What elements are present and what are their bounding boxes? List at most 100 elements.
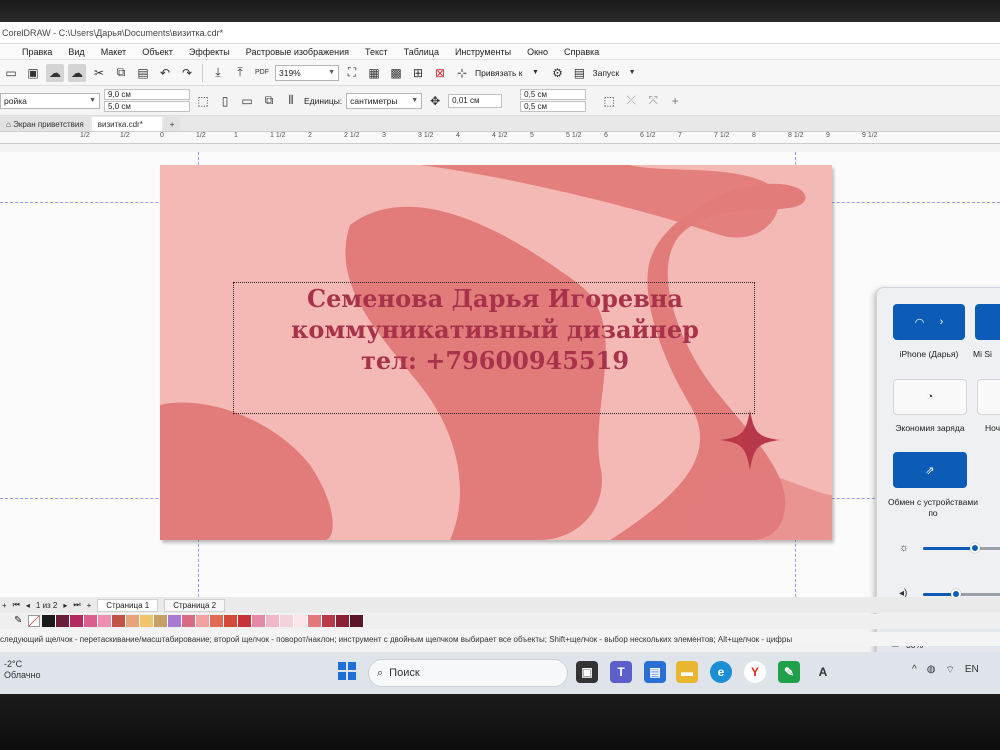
paste-icon[interactable]: ▤ — [134, 64, 152, 82]
grid-icon[interactable]: ▩ — [387, 64, 405, 82]
duplicate-x-field[interactable]: 0,5 см — [520, 89, 587, 100]
menu-window[interactable]: Окно — [527, 47, 548, 57]
color-swatch[interactable] — [224, 615, 238, 627]
teams-icon[interactable]: T — [610, 661, 632, 683]
page-preset-select[interactable]: ройка ▼ — [0, 92, 100, 109]
rulers-icon[interactable]: ▦ — [365, 64, 383, 82]
launch-chevron-icon[interactable]: ▼ — [623, 64, 641, 82]
gear-icon[interactable]: ⚙ — [548, 64, 566, 82]
page-frame-icon[interactable]: ⬚ — [600, 92, 618, 110]
publish-pdf-button[interactable]: PDF — [253, 64, 271, 82]
color-swatch[interactable] — [308, 615, 322, 627]
landscape-icon[interactable]: ▭ — [238, 92, 256, 110]
treat-as-filled-icon[interactable]: ⤫ — [622, 92, 640, 110]
full-screen-icon[interactable]: ⛶ — [343, 64, 361, 82]
undo-icon[interactable]: ↶ — [156, 64, 174, 82]
portrait-icon[interactable]: ▯ — [216, 92, 234, 110]
last-page-icon[interactable]: ⏭ — [73, 600, 80, 610]
color-swatch[interactable] — [182, 615, 196, 627]
business-card[interactable]: Семенова Дарья Игоревна коммуникативный … — [160, 165, 832, 540]
color-swatch[interactable] — [322, 615, 336, 627]
color-swatch[interactable] — [70, 615, 84, 627]
menu-table[interactable]: Таблица — [404, 47, 439, 57]
page-layout-icon[interactable]: ⧉ — [260, 92, 278, 110]
chevron-right-icon[interactable]: › — [940, 316, 944, 328]
upload-icon[interactable]: ☁ — [46, 63, 64, 82]
units-select[interactable]: сантиметры ▼ — [346, 92, 423, 109]
zoom-select[interactable]: 319% ▼ — [275, 64, 339, 81]
delete-icon[interactable]: ⊠ — [431, 64, 449, 82]
color-swatch[interactable] — [84, 615, 98, 627]
start-button[interactable] — [338, 662, 356, 680]
export-icon[interactable]: ⤒ — [231, 64, 249, 82]
menu-object[interactable]: Объект — [142, 47, 173, 57]
page-height-field[interactable]: 5,0 см — [104, 101, 190, 112]
bluetooth-toggle[interactable]: ᛒ — [975, 304, 1000, 340]
bleed-icon[interactable]: ⫴ — [282, 92, 300, 110]
snap-to-button[interactable]: Привязать к — [475, 68, 522, 78]
card-text-block[interactable]: Семенова Дарья Игоревна коммуникативный … — [235, 283, 755, 376]
brightness-slider[interactable] — [969, 543, 980, 553]
menu-effects[interactable]: Эффекты — [189, 47, 230, 57]
color-swatch[interactable] — [294, 615, 308, 627]
guides-icon[interactable]: ⊞ — [409, 64, 427, 82]
first-page-icon[interactable]: ⏮ — [13, 600, 20, 610]
menu-tools[interactable]: Инструменты — [455, 47, 511, 57]
tab-page-1[interactable]: Страница 1 — [97, 598, 159, 612]
edge-icon[interactable]: e — [710, 661, 732, 683]
color-swatch[interactable] — [266, 615, 280, 627]
color-swatch[interactable] — [154, 615, 168, 627]
menu-bitmaps[interactable]: Растровые изображения — [246, 47, 349, 57]
color-swatch[interactable] — [350, 615, 364, 627]
phone-link-icon[interactable]: ◍ — [927, 664, 936, 677]
cloud-sync-icon[interactable]: ☁ — [68, 63, 86, 82]
no-color-swatch[interactable] — [28, 615, 40, 627]
night-light-toggle[interactable] — [977, 379, 1000, 415]
redo-icon[interactable]: ↷ — [178, 64, 196, 82]
battery-saver-toggle[interactable]: ◔ — [893, 379, 967, 415]
color-swatch[interactable] — [98, 615, 112, 627]
color-swatch[interactable] — [126, 615, 140, 627]
new-icon[interactable]: ▭ — [2, 64, 20, 82]
add-page-icon[interactable]: + — [2, 601, 7, 610]
color-swatch[interactable] — [210, 615, 224, 627]
taskbar-search[interactable]: ⌕ Поиск — [368, 659, 568, 687]
color-swatch[interactable] — [140, 615, 154, 627]
nudge-distance-field[interactable]: 0,01 см — [448, 93, 503, 108]
network-icon[interactable]: ⌔ — [945, 664, 954, 677]
weather-widget[interactable]: -2°C Облачно — [4, 659, 40, 681]
menu-help[interactable]: Справка — [564, 47, 599, 57]
color-swatch[interactable] — [168, 615, 182, 627]
color-swatch[interactable] — [112, 615, 126, 627]
color-swatch[interactable] — [238, 615, 252, 627]
color-swatch[interactable] — [42, 615, 56, 627]
coreldraw-green-icon[interactable]: ✎ — [778, 661, 800, 683]
copy-icon[interactable]: ⧉ — [112, 64, 130, 82]
draw-complex-icon[interactable]: ⤧ — [644, 92, 662, 110]
color-swatch[interactable] — [280, 615, 294, 627]
menu-layout[interactable]: Макет — [101, 47, 126, 57]
menu-text[interactable]: Текст — [365, 47, 388, 57]
eyedropper-icon[interactable]: ✎ — [14, 615, 22, 626]
language-indicator[interactable]: EN — [965, 664, 979, 677]
yandex-browser-icon[interactable]: Y — [744, 661, 766, 683]
nearby-sharing-toggle[interactable]: ⇗ — [893, 452, 967, 488]
add-page-end-icon[interactable]: + — [87, 601, 92, 610]
menu-view[interactable]: Вид — [68, 47, 84, 57]
wifi-toggle[interactable]: ◠ › — [893, 304, 965, 340]
import-icon[interactable]: ⤓ — [209, 64, 227, 82]
duplicate-y-field[interactable]: 0,5 см — [520, 101, 587, 112]
all-pages-icon[interactable]: ⬚ — [194, 92, 212, 110]
tab-page-2[interactable]: Страница 2 — [164, 598, 226, 612]
file-explorer-icon[interactable]: ▬ — [676, 661, 698, 683]
cut-icon[interactable]: ✂ — [90, 64, 108, 82]
tab-document[interactable]: визитка.cdr* — [91, 117, 162, 131]
menu-edit[interactable]: Правка — [22, 47, 52, 57]
color-swatch[interactable] — [252, 615, 266, 627]
chevron-up-icon[interactable]: ^ — [912, 664, 917, 677]
task-view-icon[interactable]: ▣ — [576, 661, 598, 683]
add-icon[interactable]: + — [666, 92, 684, 110]
chevron-down-icon[interactable]: ▼ — [526, 64, 544, 82]
save-icon[interactable]: ▣ — [24, 64, 42, 82]
corel-app-icon[interactable]: A — [812, 661, 834, 683]
